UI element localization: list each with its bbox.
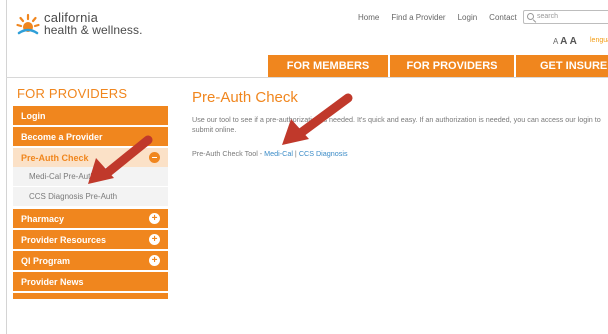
sidebar-item-label: Login <box>21 110 46 121</box>
sidebar-subitem-ccs-diagnosis[interactable]: CCS Diagnosis Pre-Auth <box>13 187 168 207</box>
text-size-small[interactable]: A <box>553 37 558 46</box>
search-input[interactable]: search <box>523 10 608 24</box>
sidebar-item-provider-resources[interactable]: Provider Resources + <box>13 230 168 249</box>
sidebar-heading: FOR PROVIDERS <box>17 86 128 101</box>
sidebar-subitem-medi-cal[interactable]: Medi-Cal Pre-Auth <box>13 167 168 187</box>
intro-text: Use our tool to see if a pre-authorizati… <box>192 115 601 134</box>
brand-logo[interactable]: california health & wellness. <box>16 11 143 37</box>
header-divider <box>6 77 608 78</box>
text-size-controls: A A A <box>553 36 577 47</box>
sidebar-item-label: Provider News <box>21 276 84 287</box>
main-content: Pre-Auth Check Use our tool to see if a … <box>192 89 602 158</box>
tool-prefix: Pre-Auth Check Tool - <box>192 149 265 158</box>
util-link-contact[interactable]: Contact <box>489 13 517 22</box>
sidebar: FOR PROVIDERS Login Become a Provider Pr… <box>13 82 168 299</box>
util-link-login[interactable]: Login <box>458 13 478 22</box>
sidebar-item-pre-auth-check[interactable]: Pre-Auth Check – <box>13 148 168 167</box>
nav-tab-get-insured[interactable]: GET INSURED <box>516 55 608 77</box>
nav-tab-providers[interactable]: FOR PROVIDERS <box>390 55 514 77</box>
ccs-diagnosis-link[interactable]: CCS Diagnosis <box>299 149 348 158</box>
expand-icon[interactable]: + <box>149 255 160 266</box>
sidebar-item-label: QI Program <box>21 255 71 266</box>
sidebar-item-label: Pharmacy <box>21 213 65 224</box>
sidebar-footer-bar <box>13 293 168 299</box>
tool-line: Pre-Auth Check Tool - Medi-Cal | CCS Dia… <box>192 149 602 158</box>
sidebar-item-become-provider[interactable]: Become a Provider <box>13 127 168 146</box>
nav-tab-members[interactable]: FOR MEMBERS <box>268 55 388 77</box>
page-title: Pre-Auth Check <box>192 89 298 106</box>
sidebar-item-label: Pre-Auth Check <box>21 152 89 163</box>
search-placeholder: search <box>537 13 559 20</box>
sun-logo-icon <box>16 13 40 37</box>
expand-icon[interactable]: + <box>149 213 160 224</box>
collapse-icon[interactable]: – <box>149 152 160 163</box>
sidebar-item-label: Provider Resources <box>21 234 107 245</box>
sidebar-item-pharmacy[interactable]: Pharmacy + <box>13 209 168 228</box>
medi-cal-link[interactable]: Medi-Cal <box>264 149 293 158</box>
util-link-home[interactable]: Home <box>358 13 379 22</box>
sidebar-item-provider-news[interactable]: Provider News <box>13 272 168 291</box>
main-nav: FOR MEMBERS FOR PROVIDERS GET INSURED <box>268 55 608 77</box>
language-link[interactable]: lengua <box>590 37 608 44</box>
sidebar-item-qi-program[interactable]: QI Program + <box>13 251 168 270</box>
expand-icon[interactable]: + <box>149 234 160 245</box>
utility-nav: Home Find a Provider Login Contact <box>358 13 529 22</box>
search-icon <box>527 13 534 20</box>
text-size-large[interactable]: A <box>570 36 577 47</box>
sidebar-item-label: Become a Provider <box>21 131 103 142</box>
text-size-medium[interactable]: A <box>560 36 567 47</box>
util-link-find-provider[interactable]: Find a Provider <box>391 13 445 22</box>
logo-line2: health & wellness. <box>44 23 143 37</box>
sidebar-item-login[interactable]: Login <box>13 106 168 125</box>
